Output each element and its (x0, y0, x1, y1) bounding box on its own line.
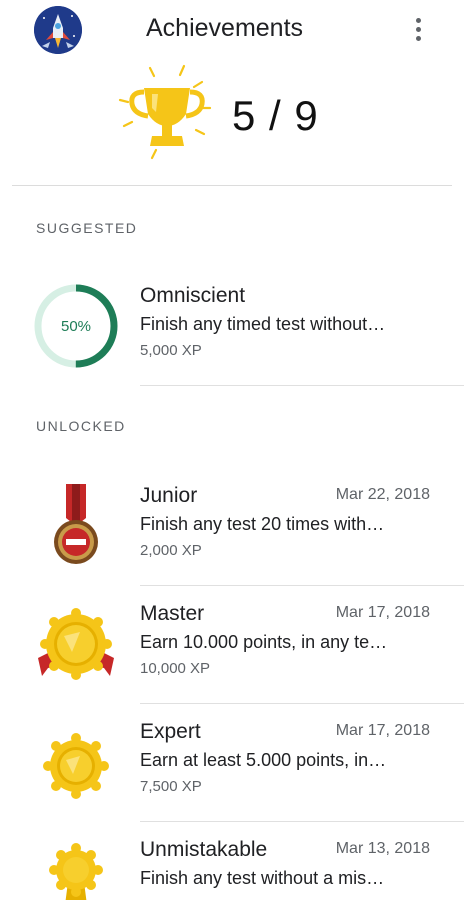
achievement-date: Mar 17, 2018 (335, 604, 430, 621)
achievement-date: Mar 17, 2018 (335, 722, 430, 739)
row-divider (140, 385, 464, 386)
progress-label: 50% (61, 318, 91, 335)
section-label-suggested: SUGGESTED (36, 220, 138, 236)
achievement-title: Unmistakable (140, 838, 268, 861)
achievement-xp: 10,000 XP (140, 660, 211, 677)
achievement-xp: 2,000 XP (140, 542, 202, 559)
achievement-description: Finish any test without a mis… (140, 868, 385, 888)
achievement-row-omniscient[interactable]: 50% Omniscient Finish any timed test wit… (0, 268, 464, 386)
achievement-xp: 5,000 XP (140, 342, 202, 359)
achievement-row-unmistakable[interactable]: Unmistakable Mar 13, 2018 Finish any tes… (0, 822, 464, 900)
achievement-row-junior[interactable]: Junior Mar 22, 2018 Finish any test 20 t… (0, 468, 464, 586)
achievement-xp: 7,500 XP (140, 778, 202, 795)
achievement-description: Earn 10.000 points, in any te… (140, 632, 388, 652)
divider (12, 185, 452, 186)
more-vert-icon[interactable] (404, 12, 432, 46)
achievement-row-master[interactable]: Master Mar 17, 2018 Earn 10.000 points, … (0, 586, 464, 704)
rocket-app-icon[interactable] (34, 6, 82, 54)
achievement-title: Omniscient (140, 284, 246, 307)
achievement-row-expert[interactable]: Expert Mar 17, 2018 Earn at least 5.000 … (0, 704, 464, 822)
section-label-unlocked: UNLOCKED (36, 418, 126, 434)
gold-rosette-icon (49, 843, 103, 900)
achievement-summary: 5 / 9 (0, 58, 464, 186)
gold-medal-ribbon-icon (38, 608, 114, 680)
achievement-title: Expert (140, 720, 201, 743)
achievement-title: Master (140, 602, 205, 625)
achievement-description: Earn at least 5.000 points, in… (140, 750, 387, 770)
achievement-description: Finish any test 20 times with… (140, 514, 385, 534)
red-medal-icon (54, 484, 98, 564)
achievement-date: Mar 22, 2018 (335, 486, 430, 503)
achievement-score: 5 / 9 (232, 92, 319, 139)
app-bar: Achievements (0, 0, 464, 58)
trophy-icon (118, 64, 212, 160)
gold-medal-icon (43, 733, 109, 799)
achievement-title: Junior (140, 484, 198, 507)
achievement-date: Mar 13, 2018 (335, 840, 430, 857)
page-title: Achievements (146, 14, 304, 42)
achievement-description: Finish any timed test without… (140, 314, 386, 334)
progress-ring: 50% (34, 284, 118, 368)
